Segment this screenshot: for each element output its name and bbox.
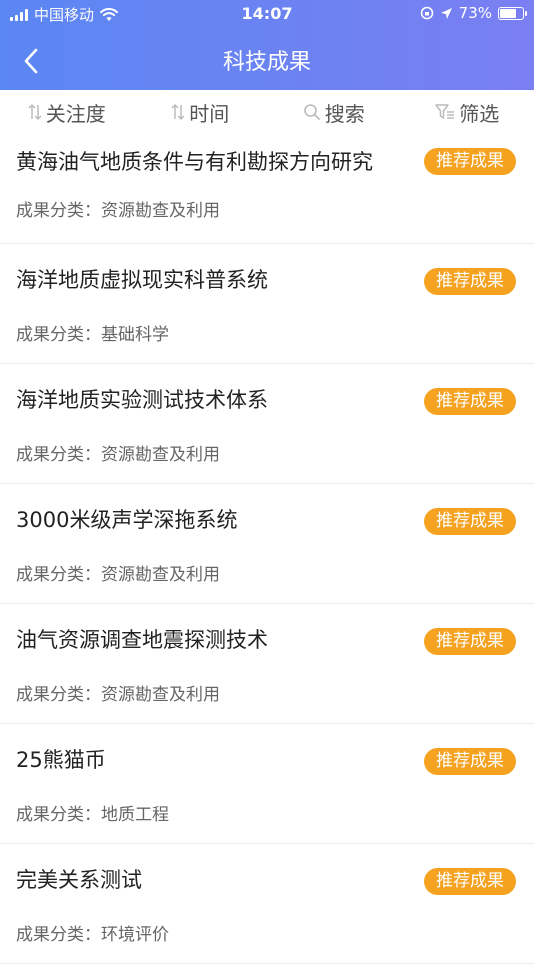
category-label: 成果分类： xyxy=(16,805,101,825)
sort-icon xyxy=(171,103,185,121)
item-title: 完美关系测试 xyxy=(16,864,384,894)
battery-fill xyxy=(500,9,516,18)
category-value: 基础科学 xyxy=(101,325,169,345)
category-value: 环境评价 xyxy=(101,925,169,945)
item-category: 成果分类：基础科学 xyxy=(16,320,169,345)
item-category: 成果分类：资源勘查及利用 xyxy=(16,680,220,705)
recommended-badge: 推荐成果 xyxy=(424,628,516,655)
category-label: 成果分类： xyxy=(16,325,101,345)
search-button[interactable]: 搜索 xyxy=(267,90,401,134)
sort-time-button[interactable]: 时间 xyxy=(134,90,268,134)
category-value: 资源勘查及利用 xyxy=(101,445,220,465)
app-header: 中国移动 14:07 73% 科技成果 xyxy=(0,0,534,90)
item-title: 黄海油气地质条件与有利勘探方向研究 xyxy=(16,146,384,176)
category-value: 资源勘查及利用 xyxy=(101,201,220,221)
location-icon xyxy=(440,7,453,20)
sort-attention-button[interactable]: 关注度 xyxy=(0,90,134,134)
battery-icon xyxy=(498,7,524,20)
list-item[interactable]: 油气资源调查地震探测技术 成果分类：资源勘查及利用 推荐成果 xyxy=(0,604,534,724)
list-item[interactable]: 25熊猫币 成果分类：地质工程 推荐成果 xyxy=(0,724,534,844)
filter-button[interactable]: 筛选 xyxy=(401,90,534,134)
list-item[interactable]: 海洋地质虚拟现实科普系统 成果分类：基础科学 推荐成果 xyxy=(0,244,534,364)
status-right: 73% xyxy=(420,4,524,22)
list-item[interactable]: 3000米级声学深拖系统 成果分类：资源勘查及利用 推荐成果 xyxy=(0,484,534,604)
category-label: 成果分类： xyxy=(16,201,101,221)
filter-label-time: 时间 xyxy=(189,98,229,127)
item-category: 成果分类：资源勘查及利用 xyxy=(16,196,220,221)
filter-label-filter: 筛选 xyxy=(459,98,499,127)
status-bar: 中国移动 14:07 73% xyxy=(0,0,534,28)
item-category: 成果分类：资源勘查及利用 xyxy=(16,560,220,585)
item-title: 海洋地质实验测试技术体系 xyxy=(16,384,384,414)
filter-label-attention: 关注度 xyxy=(46,98,106,127)
item-title: 海洋地质虚拟现实科普系统 xyxy=(16,264,384,294)
recommended-badge: 推荐成果 xyxy=(424,748,516,775)
item-category: 成果分类：资源勘查及利用 xyxy=(16,440,220,465)
item-category: 成果分类：环境评价 xyxy=(16,920,169,945)
category-label: 成果分类： xyxy=(16,565,101,585)
filter-label-search: 搜索 xyxy=(325,98,365,127)
item-category: 成果分类：地质工程 xyxy=(16,800,169,825)
category-label: 成果分类： xyxy=(16,685,101,705)
recommended-badge: 推荐成果 xyxy=(424,868,516,895)
list-item[interactable]: 黄海油气地质条件与有利勘探方向研究 成果分类：资源勘查及利用 推荐成果 xyxy=(0,134,534,244)
recommended-badge: 推荐成果 xyxy=(424,268,516,295)
recommended-badge: 推荐成果 xyxy=(424,508,516,535)
filter-icon xyxy=(435,103,455,121)
item-title: 油气资源调查地震探测技术 xyxy=(16,624,384,654)
category-value: 地质工程 xyxy=(101,805,169,825)
item-title: 25熊猫币 xyxy=(16,744,384,774)
list-item[interactable]: 海洋地质实验测试技术体系 成果分类：资源勘查及利用 推荐成果 xyxy=(0,364,534,484)
sort-icon xyxy=(28,103,42,121)
list-item[interactable]: 完美关系测试 成果分类：环境评价 推荐成果 xyxy=(0,844,534,964)
search-icon xyxy=(303,103,321,121)
page-title: 科技成果 xyxy=(0,44,534,76)
recommended-badge: 推荐成果 xyxy=(424,148,516,175)
category-value: 资源勘查及利用 xyxy=(101,565,220,585)
achievement-list: 黄海油气地质条件与有利勘探方向研究 成果分类：资源勘查及利用 推荐成果 海洋地质… xyxy=(0,134,534,964)
item-title: 3000米级声学深拖系统 xyxy=(16,504,384,534)
battery-percent: 73% xyxy=(459,4,492,22)
category-label: 成果分类： xyxy=(16,445,101,465)
category-label: 成果分类： xyxy=(16,925,101,945)
filter-bar: 关注度 时间 搜索 筛选 xyxy=(0,90,534,134)
rotation-lock-icon xyxy=(420,6,434,20)
category-value: 资源勘查及利用 xyxy=(101,685,220,705)
recommended-badge: 推荐成果 xyxy=(424,388,516,415)
